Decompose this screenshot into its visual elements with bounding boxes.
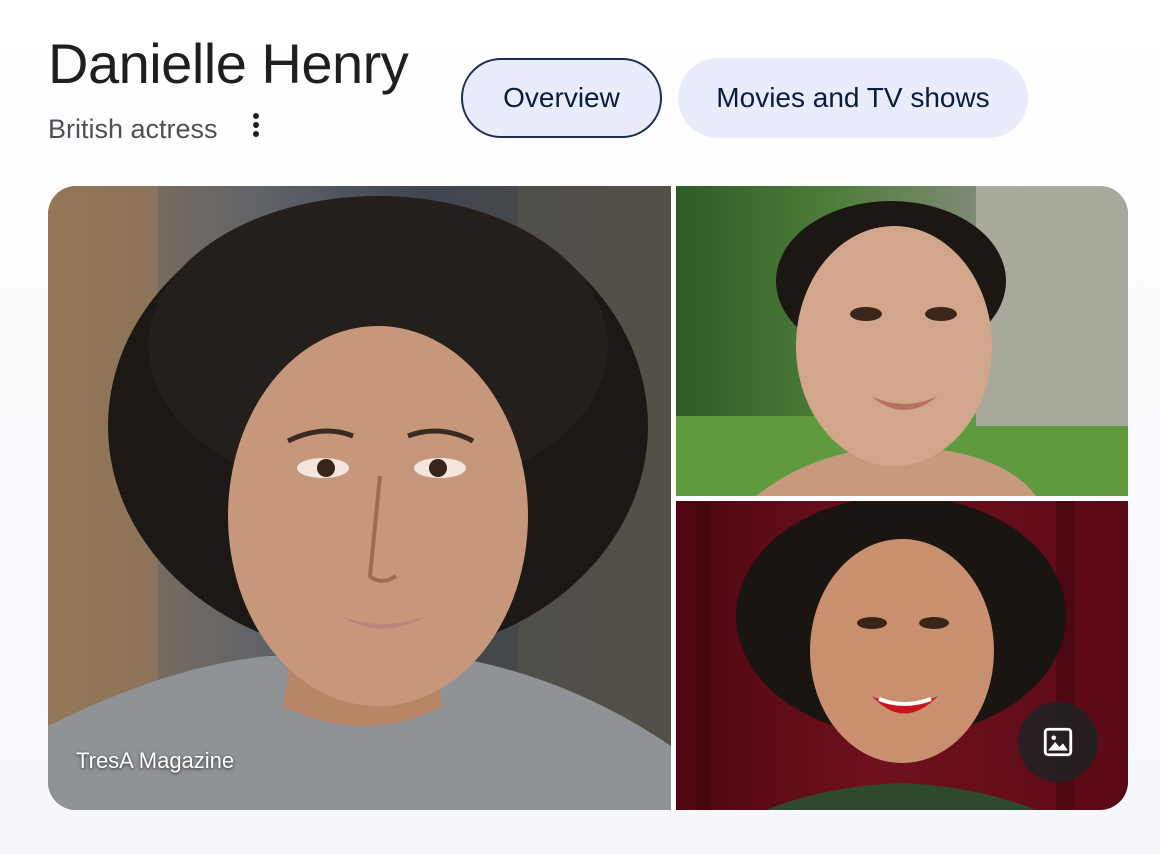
knowledge-panel-header: Danielle Henry British actress Overview …	[48, 28, 1128, 148]
image-gallery: TresA Magazine	[48, 186, 1128, 810]
image-icon	[1043, 727, 1073, 757]
portrait-illustration	[48, 186, 671, 810]
tab-bar: Overview Movies and TV shows	[461, 58, 1028, 138]
more-options-button[interactable]	[242, 108, 270, 142]
outdoor-portrait-illustration	[676, 186, 1128, 496]
tab-overview[interactable]: Overview	[461, 58, 662, 138]
main-photo[interactable]: TresA Magazine	[48, 186, 671, 810]
view-images-button[interactable]	[1018, 702, 1098, 782]
more-vertical-icon	[253, 113, 259, 137]
image-source-label: TresA Magazine	[76, 748, 235, 773]
entity-title: Danielle Henry	[48, 32, 409, 95]
tab-movies-and-tv-shows[interactable]: Movies and TV shows	[678, 58, 1028, 138]
secondary-photo-top[interactable]	[676, 186, 1128, 496]
entity-subtitle: British actress	[48, 114, 218, 144]
